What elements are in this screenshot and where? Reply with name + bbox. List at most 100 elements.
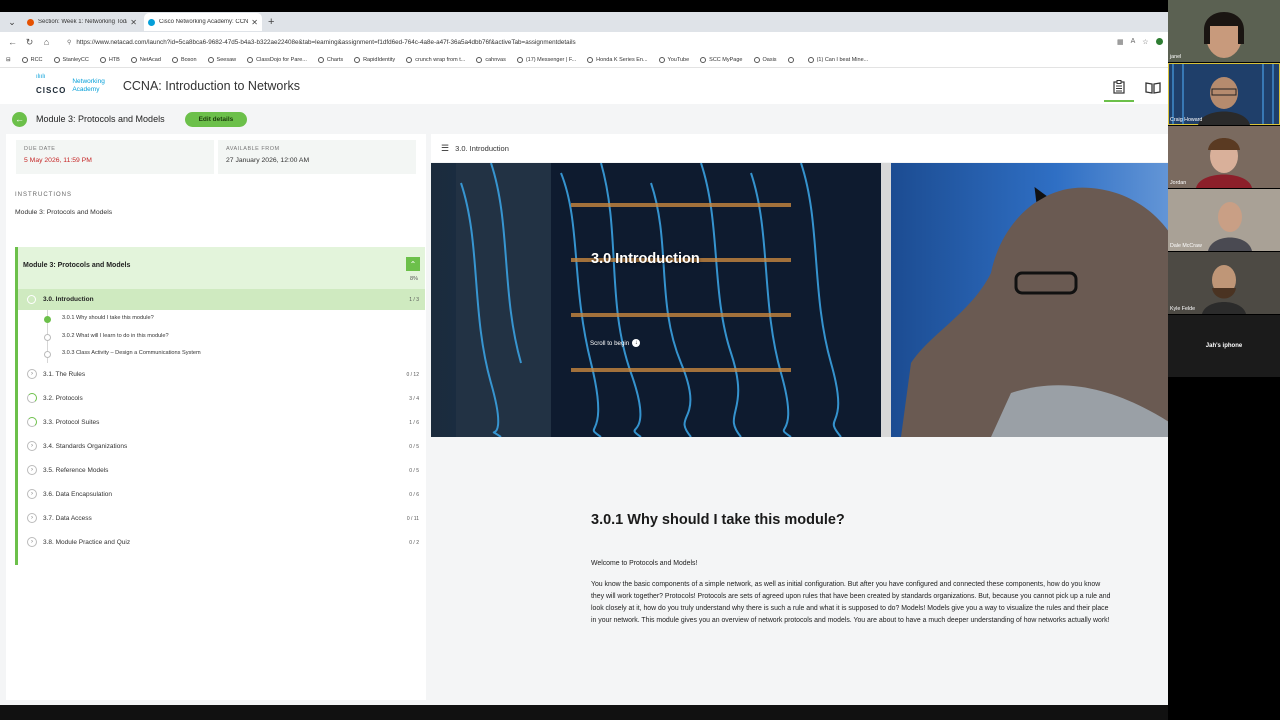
- favorite-star-icon[interactable]: ☆: [1142, 38, 1148, 46]
- section-item-3-7[interactable]: › 3.7. Data Access 0 / 11: [18, 507, 425, 531]
- bookmark[interactable]: Boson: [171, 56, 197, 63]
- participant-video: [1168, 63, 1280, 125]
- subitem-3-0-1[interactable]: 3.0.1 Why should I take this module?: [18, 310, 425, 328]
- globe-icon: [807, 56, 814, 63]
- bookmark[interactable]: [787, 56, 797, 63]
- bookmarks-menu-icon[interactable]: ⊟: [6, 57, 11, 63]
- back-arrow-icon[interactable]: ←: [12, 111, 27, 127]
- participant-name: janel: [1170, 54, 1182, 60]
- section-title: 3.6. Data Encapsulation: [43, 490, 113, 498]
- subitem-title: 3.0.2 What will I learn to do in this mo…: [62, 332, 169, 339]
- bookmark[interactable]: Charts: [317, 56, 343, 63]
- participant-tile[interactable]: Dale McCraw: [1168, 189, 1280, 251]
- bookmark[interactable]: RapidIdentity: [354, 56, 396, 63]
- bookmark[interactable]: Seesaw: [207, 56, 237, 63]
- bookmark[interactable]: cahnvas: [476, 56, 506, 63]
- bookmark[interactable]: StanleyCC: [53, 56, 89, 63]
- browser-tab-2[interactable]: Cisco Networking Academy: CCNA ✕: [144, 13, 262, 31]
- participant-tile[interactable]: Jordan: [1168, 126, 1280, 188]
- section-title: 3.2. Protocols: [43, 394, 83, 402]
- module-header[interactable]: Module 3: Protocols and Models ⌃ 8%: [18, 247, 425, 289]
- bookmark[interactable]: SCC MyPage: [700, 56, 743, 63]
- section-title: 3.3. Protocol Suites: [43, 418, 100, 426]
- section-item-3-1[interactable]: › 3.1. The Rules 0 / 12: [18, 363, 425, 387]
- bookmark-label: Boson: [180, 56, 197, 63]
- bookmark[interactable]: Honda K Series En...: [587, 56, 648, 63]
- participant-name: Dale McCraw: [1170, 243, 1202, 249]
- section-title: 3.0. Introduction: [43, 296, 94, 303]
- section-item-3-3[interactable]: 3.3. Protocol Suites 1 / 6: [18, 411, 425, 435]
- section-item-3-8[interactable]: › 3.8. Module Practice and Quiz 0 / 2: [18, 531, 425, 555]
- section-item-3-0[interactable]: 3.0. Introduction 1 / 3: [18, 289, 425, 310]
- close-tab-icon[interactable]: ✕: [130, 18, 137, 27]
- due-date-label: DUE DATE: [24, 146, 56, 152]
- bookmark[interactable]: crunch wrap from t...: [406, 56, 466, 63]
- subitem-3-0-3[interactable]: 3.0.3 Class Activity – Design a Communic…: [18, 345, 425, 363]
- address-bar[interactable]: ⚲ https://www.netacad.com/launch?id=5ca8…: [61, 35, 1111, 49]
- bookmark-label: Seesaw: [216, 56, 237, 63]
- course-title: CCNA: Introduction to Networks: [122, 79, 301, 93]
- bookmarks-bar: ⊟ RCC StanleyCC HTB NetAcad Boson Seesaw…: [0, 52, 1168, 68]
- cisco-netacad-logo[interactable]: ılıılı CISCO Networking Academy: [36, 74, 105, 98]
- tab-search-icon[interactable]: ⌄: [4, 14, 20, 30]
- chevron-right-icon: ›: [27, 512, 37, 523]
- section-title: 3.1. The Rules: [43, 370, 86, 378]
- bookmark[interactable]: NetAcad: [130, 56, 161, 63]
- chevron-right-icon: ›: [27, 464, 37, 475]
- home-icon[interactable]: ⌂: [38, 37, 55, 47]
- tab-title: Cisco Networking Academy: CCNA: [159, 19, 249, 25]
- read-aloud-icon[interactable]: A: [1131, 38, 1136, 46]
- bookmark-label: StanleyCC: [62, 56, 89, 63]
- logo-netacad-text: Networking Academy: [72, 78, 105, 94]
- site-info-icon[interactable]: ⚲: [67, 39, 71, 46]
- edit-details-button[interactable]: Edit details: [184, 111, 248, 127]
- chevron-right-icon: ›: [27, 536, 37, 547]
- apps-icon[interactable]: ▦: [1117, 38, 1124, 46]
- bookmark-label: RapidIdentity: [363, 56, 396, 63]
- tab-favicon-icon: [148, 18, 155, 26]
- new-tab-icon[interactable]: +: [268, 16, 274, 28]
- participant-tile[interactable]: Kyle Felde: [1168, 252, 1280, 314]
- clipboard-icon[interactable]: [1104, 74, 1134, 102]
- cisco-wordmark: ılıılı CISCO: [36, 74, 66, 98]
- section-count: 0 / 11: [406, 515, 419, 522]
- globe-icon: [700, 56, 707, 63]
- bookmark[interactable]: (1) Can I beat Mine...: [807, 56, 868, 63]
- section-title: 3.7. Data Access: [43, 514, 92, 522]
- arrow-down-icon: ↓: [632, 339, 641, 347]
- reload-icon[interactable]: ↻: [21, 37, 38, 48]
- extension-icon[interactable]: [1155, 38, 1163, 45]
- collapse-chevron-icon[interactable]: ⌃: [406, 257, 420, 271]
- subitem-3-0-2[interactable]: 3.0.2 What will I learn to do in this mo…: [18, 327, 425, 345]
- section-item-3-6[interactable]: › 3.6. Data Encapsulation 0 / 6: [18, 483, 425, 507]
- bookmark[interactable]: Oasis: [753, 56, 777, 63]
- scroll-to-begin-link[interactable]: Scroll to begin ↓: [590, 339, 641, 347]
- close-tab-icon[interactable]: ✕: [251, 18, 258, 27]
- section-item-3-4[interactable]: › 3.4. Standards Organizations 0 / 5: [18, 435, 425, 459]
- due-date-value: 5 May 2026, 11:59 PM: [24, 157, 92, 164]
- back-icon[interactable]: ←: [4, 37, 21, 47]
- participant-tile[interactable]: janel: [1168, 0, 1280, 62]
- bookmark[interactable]: RCC: [21, 56, 43, 63]
- instructions-value: Module 3: Protocols and Models: [15, 209, 113, 216]
- section-count: 0 / 5: [409, 467, 419, 474]
- section-item-3-2[interactable]: 3.2. Protocols 3 / 4: [18, 387, 425, 411]
- bookmark[interactable]: (17) Messenger | F...: [516, 56, 576, 63]
- bookmark[interactable]: HTB: [99, 56, 120, 63]
- browser-tab-1[interactable]: Section: Week 1: Networking Toda ✕: [23, 13, 141, 31]
- dates-row: DUE DATE 5 May 2026, 11:59 PM AVAILABLE …: [16, 140, 420, 174]
- section-count: 0 / 5: [409, 443, 419, 450]
- subitem-title: 3.0.3 Class Activity – Design a Communic…: [62, 350, 201, 356]
- bookmark-label: crunch wrap from t...: [415, 56, 466, 63]
- book-icon[interactable]: [1138, 74, 1168, 102]
- outline-toggle-icon[interactable]: ☰: [441, 143, 449, 154]
- bookmark[interactable]: ClassDojo for Pare...: [247, 56, 307, 63]
- hero-title: 3.0 Introduction: [591, 251, 700, 267]
- bookmark[interactable]: YouTube: [658, 56, 689, 63]
- participant-tile[interactable]: Jah's iphone: [1168, 315, 1280, 377]
- participant-video: [1168, 189, 1280, 251]
- globe-icon: [406, 56, 413, 63]
- participant-tile[interactable]: Craig Howard: [1168, 63, 1280, 125]
- content-breadcrumb: ☰ 3.0. Introduction: [431, 134, 1168, 162]
- section-item-3-5[interactable]: › 3.5. Reference Models 0 / 5: [18, 459, 425, 483]
